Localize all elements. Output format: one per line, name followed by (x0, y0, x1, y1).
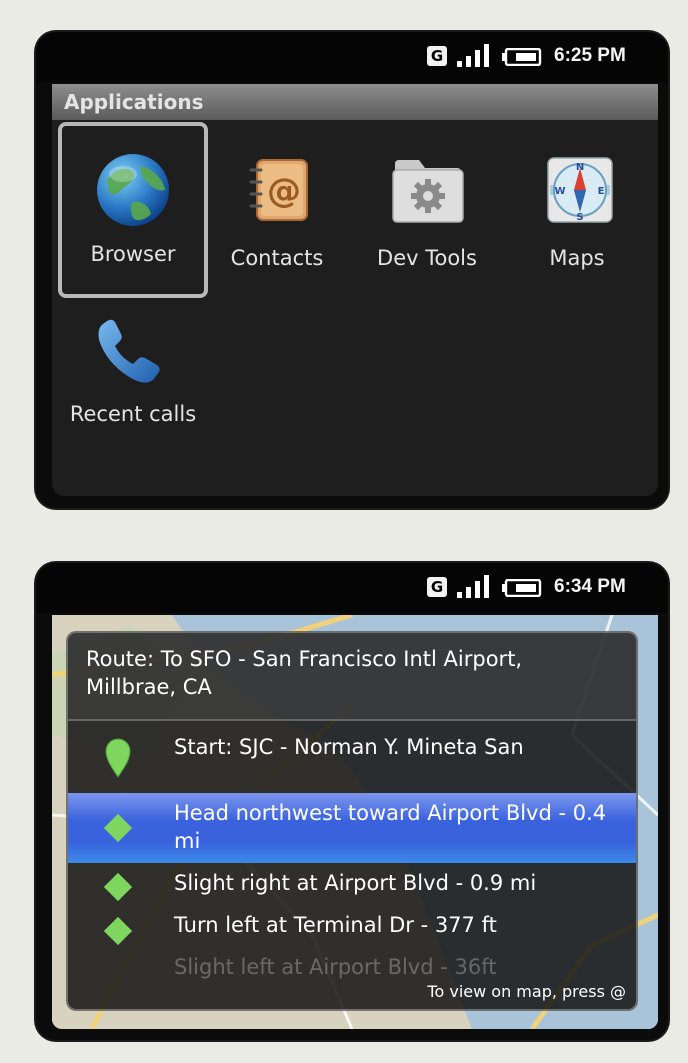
app-grid: Browser @ Contacts Dev Tools N W E S Map… (52, 120, 658, 496)
network-type-icon: G (427, 46, 447, 66)
direction-step[interactable]: Turn left at Terminal Dr - 377 ft (68, 909, 636, 949)
svg-text:W: W (554, 186, 565, 197)
step-text: Slight right at Airport Blvd - 0.9 mi (174, 871, 537, 895)
app-dev-tools[interactable]: Dev Tools (352, 122, 502, 292)
map-hint-text: To view on map, press @ (427, 982, 626, 1001)
page-title: Applications (64, 90, 204, 114)
app-label: Recent calls (69, 402, 197, 426)
app-label: Dev Tools (377, 246, 477, 270)
app-contacts[interactable]: @ Contacts (202, 122, 352, 292)
diamond-icon (103, 916, 133, 946)
app-label: Browser (90, 242, 176, 266)
battery-icon (502, 579, 542, 597)
phone-handset-icon (89, 312, 169, 392)
network-type-icon: G (427, 577, 447, 597)
svg-text:S: S (576, 212, 583, 223)
app-browser[interactable]: Browser (58, 122, 208, 298)
signal-strength-icon (457, 44, 489, 67)
app-recent-calls[interactable]: Recent calls (58, 296, 208, 466)
status-bar: G 6:34 PM (36, 563, 668, 613)
map-pin-icon (104, 737, 132, 779)
address-book-icon: @ (239, 150, 319, 230)
compass-icon: N W E S (540, 150, 620, 230)
step-text: Turn left at Terminal Dr - 377 ft (174, 913, 497, 937)
direction-step[interactable]: Slight right at Airport Blvd - 0.9 mi (68, 867, 636, 907)
step-text: Slight left at Airport Blvd - 36ft (174, 955, 497, 979)
route-title: Route: To SFO - San Francisco Intl Airpo… (68, 633, 636, 721)
diamond-icon (103, 872, 133, 902)
svg-text:@: @ (267, 171, 301, 211)
direction-step[interactable]: Start: SJC - Norman Y. Mineta San (68, 725, 636, 795)
directions-panel: Route: To SFO - San Francisco Intl Airpo… (68, 633, 636, 1009)
app-label: Maps (549, 246, 605, 270)
direction-step-selected[interactable]: Head northwest toward Airport Blvd - 0.4… (68, 793, 636, 863)
app-drawer-screen: G 6:25 PM Applications Browser @ Contact… (36, 32, 668, 508)
clock: 6:25 PM (554, 45, 626, 66)
app-maps[interactable]: N W E S Maps (502, 122, 652, 292)
step-text: Start: SJC - Norman Y. Mineta San (174, 735, 524, 759)
clock: 6:34 PM (554, 576, 626, 597)
gear-folder-icon (387, 150, 467, 230)
direction-step[interactable]: Slight left at Airport Blvd - 36ft (68, 953, 636, 983)
drawer-title-bar: Applications (52, 84, 658, 120)
status-bar: G 6:25 PM (36, 32, 668, 82)
diamond-icon (103, 813, 133, 843)
route-directions-screen: G 6:34 PM Route: To SFO - San Francisco … (36, 563, 668, 1040)
svg-text:N: N (576, 162, 584, 173)
globe-icon (93, 150, 173, 230)
app-label: Contacts (230, 246, 324, 270)
step-text: Head northwest toward Airport Blvd - 0.4… (174, 801, 607, 853)
signal-strength-icon (457, 575, 489, 598)
svg-text:E: E (598, 186, 605, 197)
battery-icon (502, 48, 542, 66)
